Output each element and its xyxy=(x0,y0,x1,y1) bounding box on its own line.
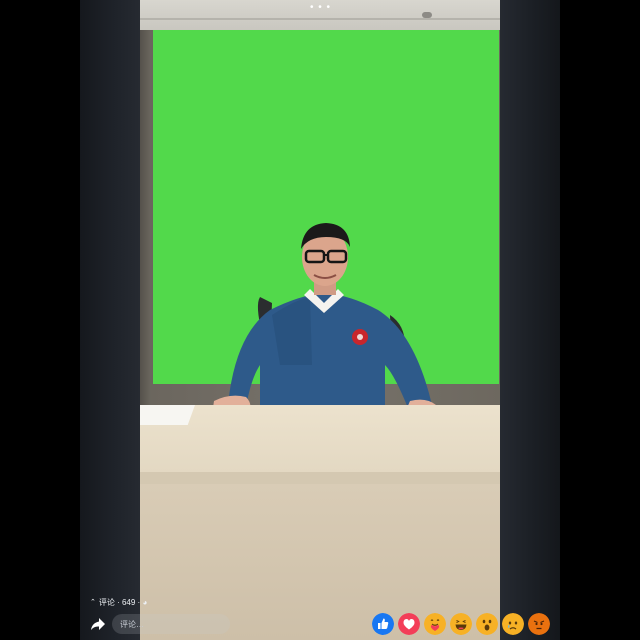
sad-face-icon[interactable] xyxy=(502,613,524,635)
angry-face-icon[interactable] xyxy=(528,613,550,635)
desk-surface xyxy=(140,405,500,480)
ceiling-light xyxy=(422,12,432,18)
video-player[interactable]: • • • xyxy=(140,0,500,640)
paper-sheet xyxy=(140,405,195,425)
more-dots-icon[interactable]: • • • xyxy=(310,2,331,13)
share-arrow-icon[interactable] xyxy=(89,615,107,633)
reaction-bar xyxy=(372,613,550,635)
presenter-figure xyxy=(212,223,438,422)
surprised-face-icon[interactable] xyxy=(476,613,498,635)
ceiling-seam xyxy=(140,18,500,20)
laughing-face-icon[interactable] xyxy=(450,613,472,635)
desk-edge xyxy=(140,472,500,484)
comments-summary[interactable]: ⌃ 评论 · 649 · ◕ xyxy=(90,596,147,608)
thumbs-up-icon[interactable] xyxy=(372,613,394,635)
chevron-up-icon[interactable]: ⌃ xyxy=(90,598,96,606)
heart-icon[interactable] xyxy=(398,613,420,635)
comment-bar xyxy=(86,612,560,636)
care-hug-icon[interactable] xyxy=(424,613,446,635)
comment-input[interactable] xyxy=(112,614,230,634)
left-frame-panel xyxy=(80,0,140,640)
comments-summary-label[interactable]: 评论 · 649 · ◕ xyxy=(99,597,147,608)
right-frame-panel xyxy=(500,0,560,640)
